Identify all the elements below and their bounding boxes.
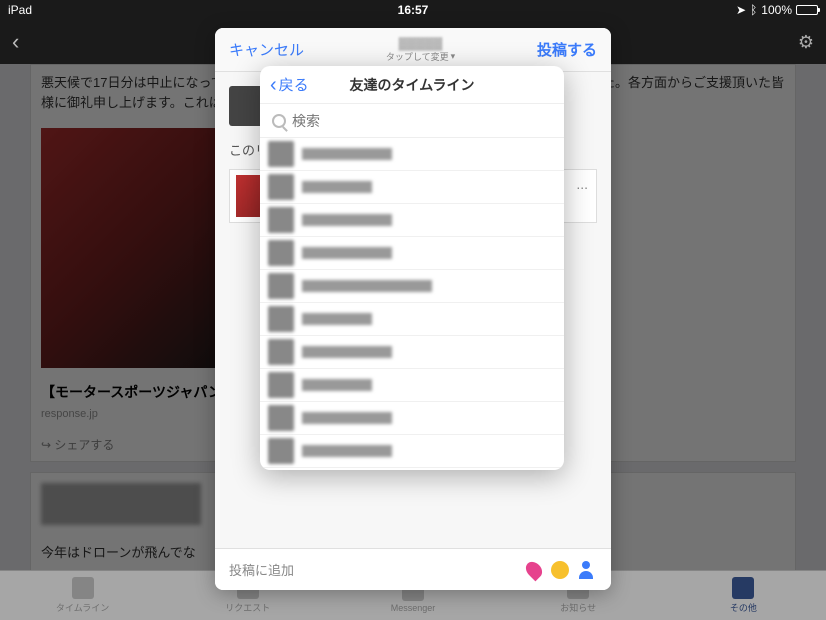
friend-list[interactable] (260, 138, 564, 470)
search-field-row (260, 104, 564, 138)
tag-friend-icon[interactable] (579, 561, 597, 579)
friend-list-item[interactable] (260, 435, 564, 468)
gear-icon[interactable]: ⚙ (798, 32, 814, 53)
device-label: iPad (8, 3, 278, 17)
status-bar: iPad 16:57 ➤ ᛒ 100% (0, 0, 826, 20)
back-chevron-icon[interactable]: ‹ (12, 29, 19, 55)
link-more-icon[interactable]: ... (576, 176, 588, 192)
location-icon[interactable] (523, 558, 546, 581)
chevron-left-icon: ‹ (270, 78, 277, 92)
cancel-button[interactable]: キャンセル (229, 39, 304, 60)
popup-header: ‹ 戻る 友達のタイムライン (260, 66, 564, 104)
popup-back-button[interactable]: ‹ 戻る (260, 74, 319, 95)
popup-title: 友達のタイムライン (349, 75, 474, 95)
search-icon (272, 114, 286, 128)
battery-percent: 100% (761, 3, 792, 17)
compose-toolbar: 投稿に追加 (215, 548, 611, 590)
add-to-post-label: 投稿に追加 (229, 560, 294, 579)
clock: 16:57 (278, 3, 548, 17)
battery-icon (796, 5, 818, 15)
status-right: ➤ ᛒ 100% (548, 3, 818, 17)
audience-selector[interactable]: ▓▓▓▓▓ タップして変更 ▾ (386, 36, 455, 63)
friend-list-item[interactable] (260, 171, 564, 204)
feeling-icon[interactable] (551, 561, 569, 579)
friend-timeline-popup: ‹ 戻る 友達のタイムライン (260, 66, 564, 470)
friend-list-item[interactable] (260, 369, 564, 402)
friend-list-item[interactable] (260, 138, 564, 171)
search-input[interactable] (292, 113, 552, 129)
friend-list-item[interactable] (260, 303, 564, 336)
friend-list-item[interactable] (260, 402, 564, 435)
friend-list-item[interactable] (260, 204, 564, 237)
friend-list-item[interactable] (260, 270, 564, 303)
friend-list-item[interactable] (260, 336, 564, 369)
bluetooth-icon: ᛒ (750, 3, 757, 17)
location-arrow-icon: ➤ (736, 3, 746, 17)
friend-list-item[interactable] (260, 237, 564, 270)
chevron-down-icon: ▾ (451, 51, 456, 62)
post-button[interactable]: 投稿する (537, 39, 597, 60)
